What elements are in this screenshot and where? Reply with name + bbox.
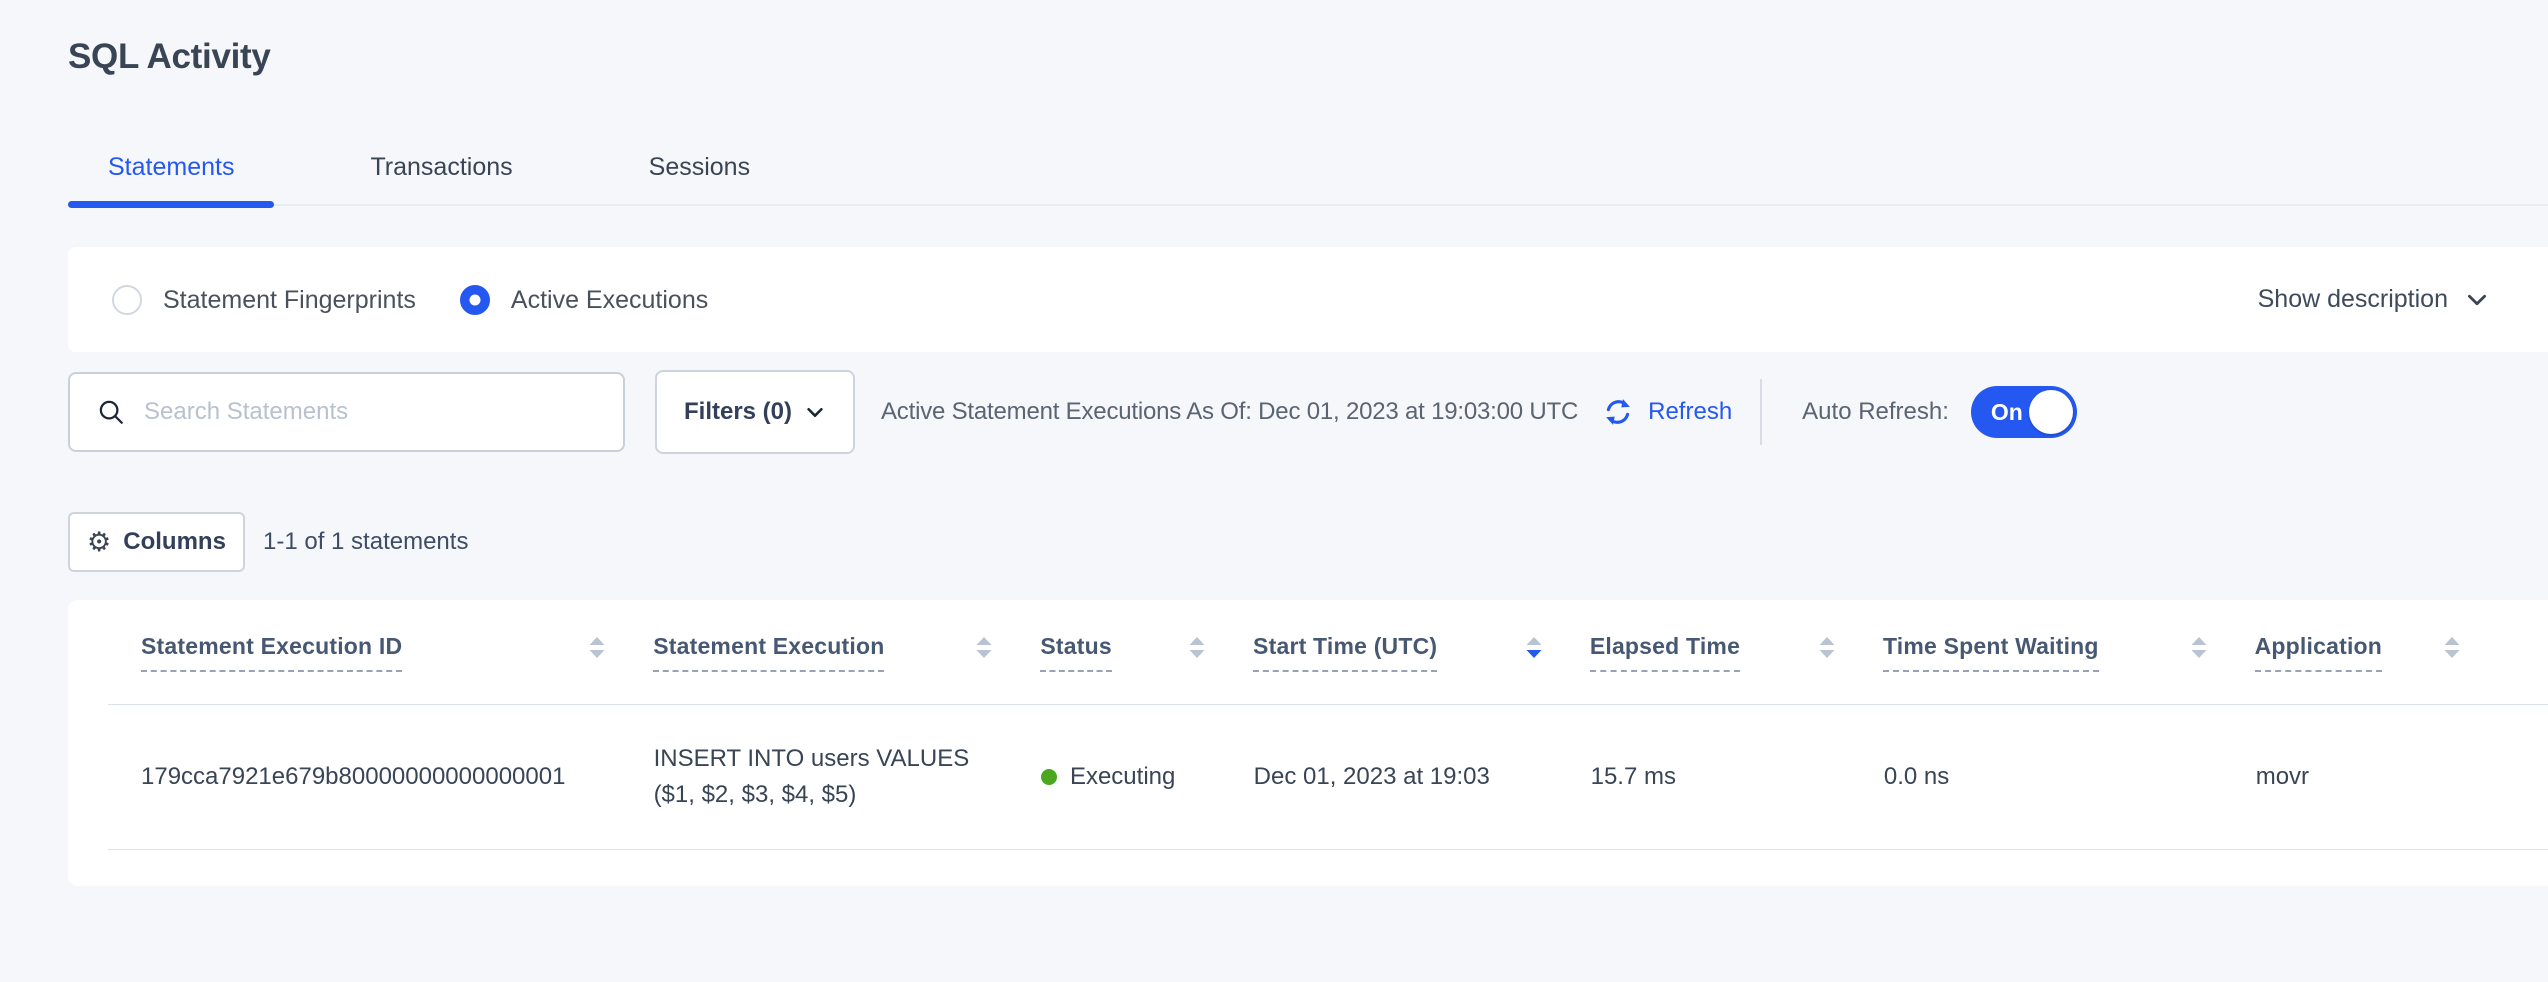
statements-toolbar: Filters (0) Active Statement Executions … — [68, 369, 2548, 454]
tab-sessions[interactable]: Sessions — [609, 152, 790, 204]
view-mode-card: Statement Fingerprints Active Executions… — [68, 247, 2548, 352]
cell-execution-id[interactable]: 179cca7921e679b80000000000000001 — [141, 763, 654, 791]
search-box[interactable] — [68, 372, 625, 452]
toggle-knob-icon — [2029, 390, 2073, 434]
sort-arrows-icon[interactable] — [1817, 635, 1837, 661]
column-header-application[interactable]: Application — [2255, 633, 2548, 672]
status-label: Executing — [1070, 763, 1175, 791]
cell-statement-execution[interactable]: INSERT INTO users VALUES ($1, $2, $3, $4… — [654, 741, 1041, 813]
gear-icon: ⚙ — [87, 529, 111, 556]
tab-transactions[interactable]: Transactions — [330, 152, 552, 204]
cell-elapsed-time: 15.7 ms — [1591, 763, 1884, 791]
tab-sessions-label: Sessions — [649, 153, 750, 181]
sql-activity-tabs: Statements Transactions Sessions — [68, 152, 2548, 206]
radio-active-executions-label: Active Executions — [511, 285, 708, 315]
search-input[interactable] — [144, 398, 603, 426]
radio-active-executions[interactable]: Active Executions — [460, 285, 708, 315]
cell-application: movr — [2256, 763, 2548, 791]
column-header-start-time[interactable]: Start Time (UTC) — [1253, 633, 1590, 672]
columns-button[interactable]: ⚙ Columns — [68, 512, 245, 572]
column-header-status[interactable]: Status — [1040, 633, 1253, 672]
radio-circle-icon[interactable] — [112, 285, 142, 315]
sort-arrows-icon[interactable] — [2189, 635, 2209, 661]
chevron-down-icon — [804, 401, 826, 423]
sort-arrows-icon[interactable] — [974, 635, 994, 661]
table-row[interactable]: 179cca7921e679b80000000000000001 INSERT … — [68, 705, 2548, 849]
refresh-button[interactable]: Refresh — [1600, 394, 1732, 430]
sort-arrows-icon[interactable] — [2442, 635, 2462, 661]
table-header-row: Statement Execution ID Statement Executi… — [68, 600, 2548, 704]
cell-time-spent-waiting: 0.0 ns — [1884, 763, 2256, 791]
tab-statements[interactable]: Statements — [68, 152, 274, 204]
statements-table-card: Statement Execution ID Statement Executi… — [68, 600, 2548, 886]
table-row-divider — [108, 849, 2548, 850]
show-description-toggle[interactable]: Show description — [2258, 285, 2490, 314]
sort-arrows-icon[interactable] — [1524, 635, 1544, 661]
filters-button-label: Filters (0) — [684, 398, 792, 426]
auto-refresh-state: On — [1991, 386, 2023, 438]
refresh-icon — [1600, 394, 1636, 430]
cell-start-time: Dec 01, 2023 at 19:03 — [1254, 763, 1591, 791]
show-description-label: Show description — [2258, 285, 2448, 314]
columns-button-label: Columns — [123, 528, 226, 556]
as-of-timestamp: Active Statement Executions As Of: Dec 0… — [881, 398, 1578, 426]
column-header-elapsed-time[interactable]: Elapsed Time — [1590, 633, 1883, 672]
sort-arrows-icon[interactable] — [587, 635, 607, 661]
sort-arrows-icon[interactable] — [1187, 635, 1207, 661]
table-controls-row: ⚙ Columns 1-1 of 1 statements — [68, 512, 2548, 572]
tab-transactions-label: Transactions — [370, 153, 512, 181]
column-header-statement-execution-id[interactable]: Statement Execution ID — [141, 633, 653, 672]
chevron-down-icon — [2464, 287, 2490, 313]
column-header-statement-execution[interactable]: Statement Execution — [653, 633, 1040, 672]
radio-statement-fingerprints[interactable]: Statement Fingerprints — [112, 285, 416, 315]
refresh-label: Refresh — [1648, 398, 1732, 426]
results-count: 1-1 of 1 statements — [263, 528, 468, 556]
toolbar-divider — [1760, 379, 1762, 445]
filters-button[interactable]: Filters (0) — [655, 370, 855, 454]
radio-circle-icon[interactable] — [460, 285, 490, 315]
column-header-time-spent-waiting[interactable]: Time Spent Waiting — [1883, 633, 2255, 672]
tab-statements-label: Statements — [108, 153, 234, 181]
auto-refresh-toggle[interactable]: On — [1971, 386, 2077, 438]
auto-refresh-label: Auto Refresh: — [1802, 398, 1949, 426]
radio-statement-fingerprints-label: Statement Fingerprints — [163, 285, 416, 315]
cell-status: Executing — [1041, 763, 1254, 791]
page-title: SQL Activity — [68, 36, 2548, 78]
green-dot-icon — [1041, 769, 1057, 785]
search-icon — [96, 397, 126, 427]
